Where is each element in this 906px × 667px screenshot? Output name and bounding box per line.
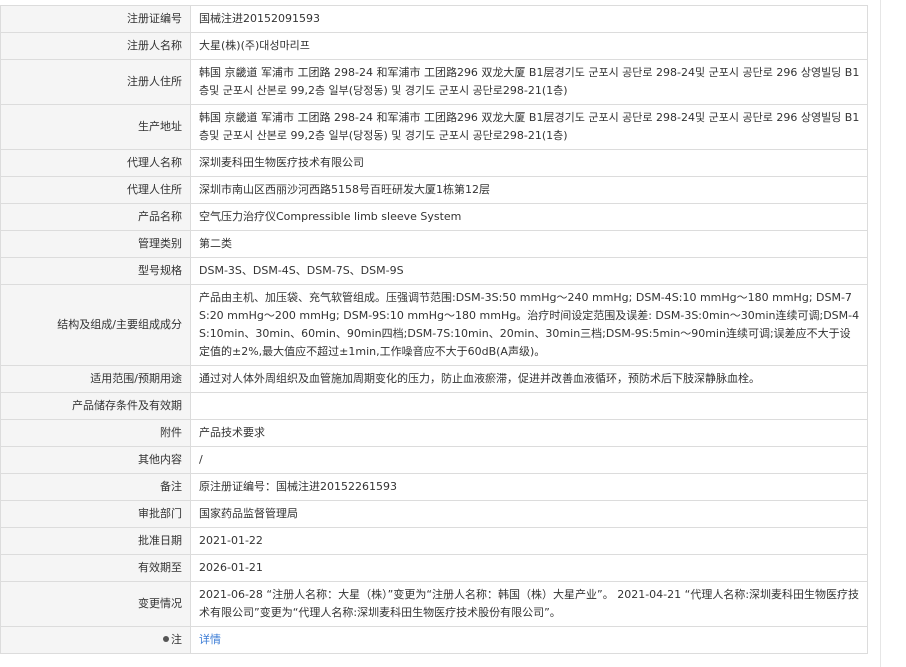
field-value: 产品由主机、加压袋、充气软管组成。压强调节范围:DSM-3S:50 mmHg～2…	[190, 284, 868, 366]
table-row: 代理人名称 深圳麦科田生物医疗技术有限公司	[0, 149, 868, 177]
field-label: 适用范围/预期用途	[0, 365, 191, 393]
table-row: 产品储存条件及有效期	[0, 392, 868, 420]
registration-detail-panel: 注册证编号 国械注进20152091593 注册人名称 大星(株)(주)대성마리…	[0, 0, 906, 667]
details-link[interactable]: 详情	[199, 633, 221, 646]
field-value: 原注册证编号：国械注进20152261593	[190, 473, 868, 501]
table-row: 注册证编号 国械注进20152091593	[0, 5, 868, 33]
field-value: 国械注进20152091593	[190, 5, 868, 33]
field-value: 产品技术要求	[190, 419, 868, 447]
field-label: 附件	[0, 419, 191, 447]
table-row: 注册人名称 大星(株)(주)대성마리프	[0, 32, 868, 60]
field-label: 管理类别	[0, 230, 191, 258]
table-row: 结构及组成/主要组成成分 产品由主机、加压袋、充气软管组成。压强调节范围:DSM…	[0, 284, 868, 366]
table-row: 生产地址 韩国 京畿道 军浦市 工团路 298-24 和军浦市 工团路296 双…	[0, 104, 868, 150]
table-row: 管理类别 第二类	[0, 230, 868, 258]
page-divider	[880, 0, 881, 667]
field-label: 代理人名称	[0, 149, 191, 177]
field-value: 通过对人体外周组织及血管施加周期变化的压力，防止血液瘀滞，促进并改善血液循环，预…	[190, 365, 868, 393]
field-label: 备注	[0, 473, 191, 501]
table-row: 备注 原注册证编号：国械注进20152261593	[0, 473, 868, 501]
field-value: 第二类	[190, 230, 868, 258]
table-row: 有效期至 2026-01-21	[0, 554, 868, 582]
field-label: 审批部门	[0, 500, 191, 528]
note-label-cell: 注	[0, 626, 191, 654]
pin-icon	[163, 636, 169, 642]
field-label: 变更情况	[0, 581, 191, 627]
field-value: 空气压力治疗仪Compressible limb sleeve System	[190, 203, 868, 231]
field-label: 批准日期	[0, 527, 191, 555]
table-row-note: 注 详情	[0, 626, 868, 654]
table-row: 变更情况 2021-06-28 “注册人名称：大星（株）”变更为“注册人名称：韩…	[0, 581, 868, 627]
table-row: 批准日期 2021-01-22	[0, 527, 868, 555]
field-value: 2026-01-21	[190, 554, 868, 582]
table-row: 适用范围/预期用途 通过对人体外周组织及血管施加周期变化的压力，防止血液瘀滞，促…	[0, 365, 868, 393]
table-row: 注册人住所 韩国 京畿道 军浦市 工团路 298-24 和军浦市 工团路296 …	[0, 59, 868, 105]
table-row: 其他内容 /	[0, 446, 868, 474]
registration-table: 注册证编号 国械注进20152091593 注册人名称 大星(株)(주)대성마리…	[0, 5, 868, 654]
field-value: 大星(株)(주)대성마리프	[190, 32, 868, 60]
field-value: 韩国 京畿道 军浦市 工团路 298-24 和军浦市 工团路296 双龙大厦 B…	[190, 59, 868, 105]
table-row: 产品名称 空气压力治疗仪Compressible limb sleeve Sys…	[0, 203, 868, 231]
table-row: 代理人住所 深圳市南山区西丽沙河西路5158号百旺研发大厦1栋第12层	[0, 176, 868, 204]
field-label: 其他内容	[0, 446, 191, 474]
field-value: 深圳市南山区西丽沙河西路5158号百旺研发大厦1栋第12层	[190, 176, 868, 204]
table-row: 附件 产品技术要求	[0, 419, 868, 447]
field-value	[190, 392, 868, 420]
table-row: 型号规格 DSM-3S、DSM-4S、DSM-7S、DSM-9S	[0, 257, 868, 285]
field-label: 有效期至	[0, 554, 191, 582]
field-label: 注册人名称	[0, 32, 191, 60]
field-label: 结构及组成/主要组成成分	[0, 284, 191, 366]
field-value: 2021-06-28 “注册人名称：大星（株）”变更为“注册人名称：韩国（株）大…	[190, 581, 868, 627]
field-label: 注册证编号	[0, 5, 191, 33]
field-label: 产品储存条件及有效期	[0, 392, 191, 420]
table-row: 审批部门 国家药品监督管理局	[0, 500, 868, 528]
field-value: DSM-3S、DSM-4S、DSM-7S、DSM-9S	[190, 257, 868, 285]
field-value: /	[190, 446, 868, 474]
field-label: 代理人住所	[0, 176, 191, 204]
note-value-cell: 详情	[190, 626, 868, 654]
field-label: 产品名称	[0, 203, 191, 231]
note-label: 注	[171, 633, 182, 646]
field-value: 2021-01-22	[190, 527, 868, 555]
field-value: 韩国 京畿道 军浦市 工团路 298-24 和军浦市 工团路296 双龙大厦 B…	[190, 104, 868, 150]
field-label: 生产地址	[0, 104, 191, 150]
field-label: 注册人住所	[0, 59, 191, 105]
field-value: 深圳麦科田生物医疗技术有限公司	[190, 149, 868, 177]
field-value: 国家药品监督管理局	[190, 500, 868, 528]
field-label: 型号规格	[0, 257, 191, 285]
